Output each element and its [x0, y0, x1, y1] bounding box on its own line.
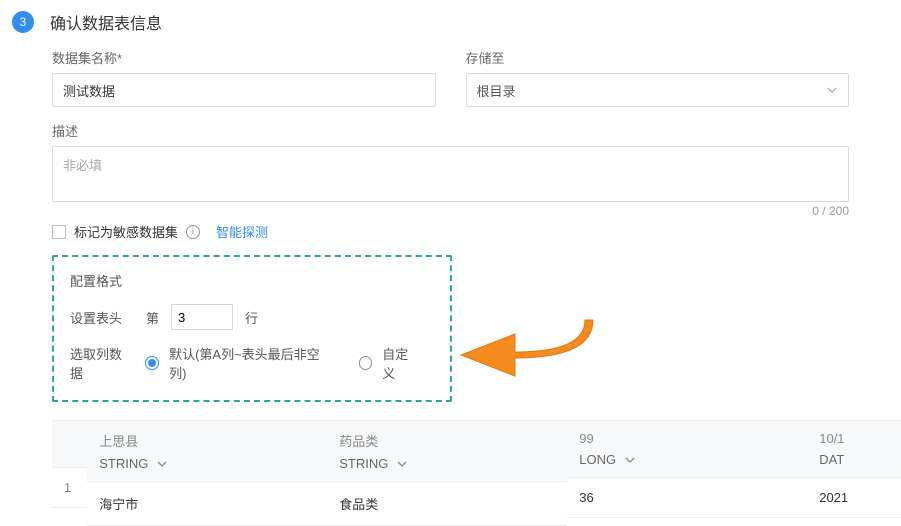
- config-format-box: 配置格式 设置表头 第 行 选取列数据 默认(第A列~表头最后非空列) 自定义: [52, 255, 452, 402]
- header-row-label: 设置表头: [70, 308, 122, 327]
- config-title: 配置格式: [70, 271, 434, 290]
- table-header[interactable]: 上思县 STRING: [87, 421, 327, 482]
- header-suffix: 行: [245, 308, 258, 327]
- column-name: 10/1: [819, 431, 901, 446]
- description-label: 描述: [52, 121, 849, 140]
- header-row-input[interactable]: [171, 304, 233, 330]
- table-header[interactable]: 10/1 DAT: [807, 421, 901, 478]
- columns-option-default[interactable]: 默认(第A列~表头最后非空列): [145, 344, 332, 382]
- column-name: 上思县: [99, 431, 315, 450]
- form-section: 数据集名称* 存储至 根目录 描述 非必填 0 / 200 标记为敏感数据集 i…: [0, 48, 901, 402]
- step-header: 3 确认数据表信息: [0, 0, 901, 48]
- table-header[interactable]: 药品类 STRING: [327, 421, 567, 482]
- sensitive-label: 标记为敏感数据集: [74, 222, 178, 241]
- table-row-index: 1: [52, 468, 87, 508]
- table-header[interactable]: 99 LONG: [567, 421, 807, 478]
- columns-option-custom-label: 自定义: [382, 344, 420, 382]
- description-textarea[interactable]: 非必填: [52, 146, 849, 202]
- dataset-name-input[interactable]: [52, 73, 436, 107]
- columns-select-label: 选取列数据: [70, 344, 133, 382]
- table-cell: 海宁市: [87, 482, 327, 526]
- storage-label: 存储至: [466, 48, 850, 67]
- radio-icon: [145, 356, 159, 370]
- sensitive-checkbox[interactable]: [52, 225, 66, 239]
- table-cell: 食品类: [327, 482, 567, 526]
- column-name: 99: [579, 431, 795, 446]
- column-type: LONG: [579, 452, 616, 467]
- dataset-name-label: 数据集名称*: [52, 48, 436, 67]
- description-counter: 0 / 200: [52, 204, 849, 218]
- data-table: 1 上思县 STRING 海宁市 药品类 STRING 食品类: [0, 420, 901, 526]
- chevron-down-icon[interactable]: [156, 458, 168, 470]
- table-header-index: [52, 421, 87, 468]
- columns-option-default-label: 默认(第A列~表头最后非空列): [169, 344, 332, 382]
- chevron-down-icon[interactable]: [396, 458, 408, 470]
- info-icon[interactable]: i: [186, 225, 200, 239]
- storage-select[interactable]: 根目录: [466, 73, 850, 107]
- chevron-down-icon: [826, 84, 838, 96]
- chevron-down-icon[interactable]: [624, 454, 636, 466]
- column-type: STRING: [99, 456, 148, 471]
- table-cell: 36: [567, 478, 807, 518]
- column-type: STRING: [339, 456, 388, 471]
- column-name: 药品类: [339, 431, 555, 450]
- step-number-badge: 3: [12, 11, 34, 33]
- header-prefix: 第: [146, 308, 159, 327]
- column-type: DAT: [819, 452, 844, 467]
- storage-select-value: 根目录: [477, 81, 516, 100]
- smart-detect-link[interactable]: 智能探测: [216, 222, 268, 241]
- table-cell: 2021: [807, 478, 901, 518]
- columns-option-custom[interactable]: 自定义: [359, 344, 420, 382]
- step-title: 确认数据表信息: [50, 10, 162, 34]
- radio-icon: [359, 356, 373, 370]
